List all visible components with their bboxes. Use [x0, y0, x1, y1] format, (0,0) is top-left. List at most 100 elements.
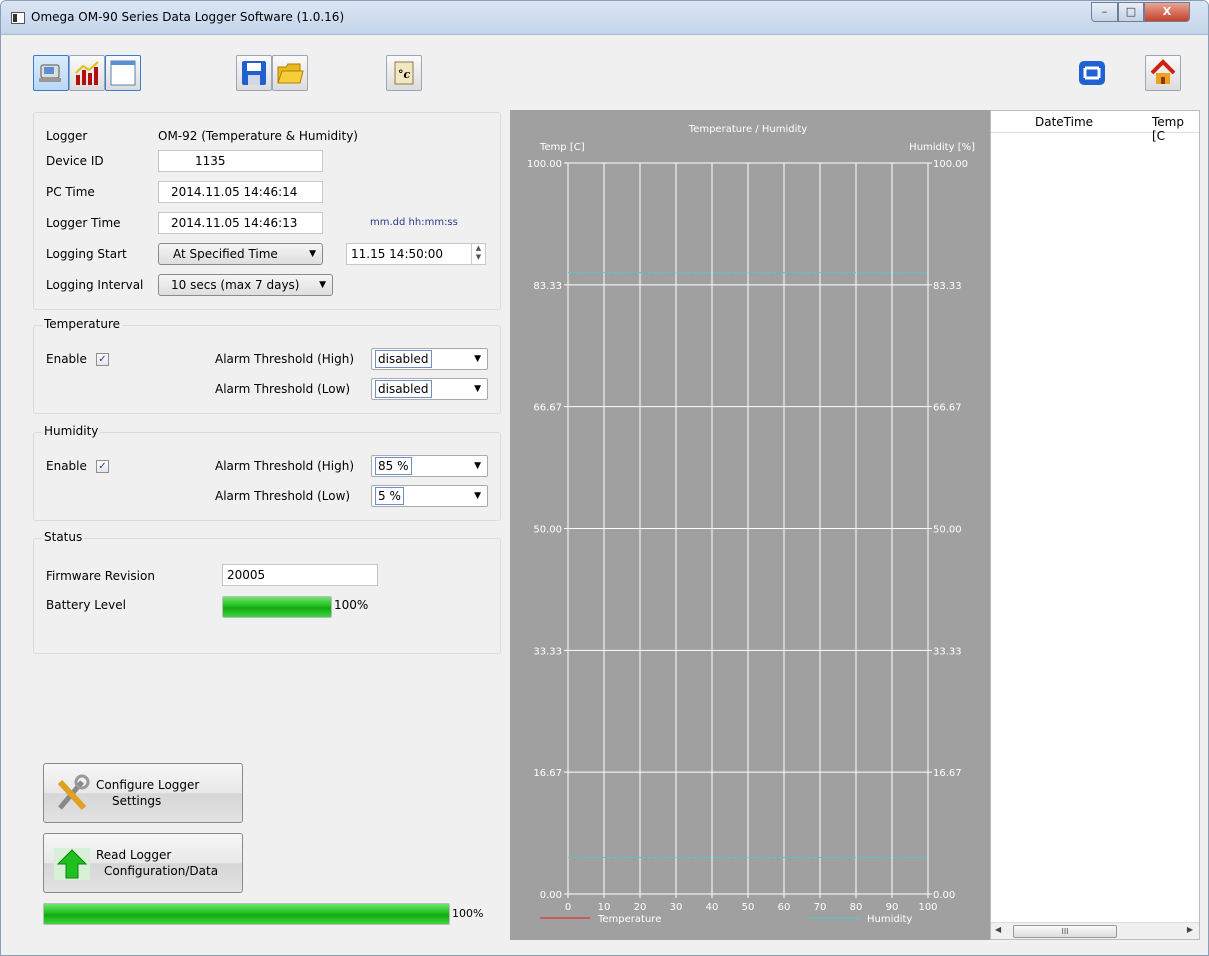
- x-tick-label: 0: [565, 902, 571, 913]
- hum-alarm-low-label: Alarm Threshold (Low): [215, 489, 351, 503]
- device-icon: [39, 64, 61, 82]
- horizontal-scrollbar[interactable]: ◀ III ▶: [991, 922, 1199, 939]
- logger-label: Logger: [46, 129, 88, 143]
- close-button[interactable]: X: [1144, 2, 1190, 22]
- configure-logger-button[interactable]: Configure Logger Settings: [43, 763, 243, 823]
- chart-view-button[interactable]: [69, 55, 105, 91]
- y-tick-label-right: 83.33: [933, 281, 962, 292]
- hum-alarm-high-label: Alarm Threshold (High): [215, 459, 355, 473]
- read-progress-percent: 100%: [452, 907, 484, 920]
- scroll-thumb[interactable]: III: [1013, 925, 1117, 938]
- home-button[interactable]: [1145, 55, 1181, 91]
- table-view-button[interactable]: [105, 55, 141, 91]
- temperature-group: Temperature Enable ✓ Alarm Threshold (Hi…: [33, 317, 501, 414]
- y-tick-label-right: 66.67: [933, 403, 962, 414]
- open-button[interactable]: [272, 55, 308, 91]
- hum-alarm-low-select[interactable]: 5 % ▼: [371, 485, 488, 507]
- logging-interval-select[interactable]: 10 secs (max 7 days) ▼: [158, 274, 333, 296]
- logger-panel: Logger OM-92 (Temperature & Humidity) De…: [33, 112, 501, 310]
- temperature-group-title: Temperature: [42, 317, 123, 331]
- temp-alarm-low-value: disabled: [375, 380, 432, 398]
- read-button-line1: Read Logger: [96, 848, 172, 862]
- status-group-title: Status: [42, 530, 85, 544]
- chevron-down-icon: ▼: [474, 384, 481, 394]
- logger-time-label: Logger Time: [46, 216, 121, 230]
- minimize-button[interactable]: –: [1091, 2, 1118, 22]
- open-folder-icon: [277, 63, 304, 84]
- y-tick-label-left: 100.00: [527, 159, 562, 170]
- spinner-arrows-icon[interactable]: ▲ ▼: [471, 244, 485, 264]
- humidity-enable-checkbox[interactable]: ✓: [96, 460, 109, 473]
- y-axis-left-label: Temp [C]: [539, 142, 585, 153]
- x-tick-label: 100: [918, 902, 937, 913]
- data-table[interactable]: DateTime Temp [C ◀ III ▶: [990, 110, 1200, 940]
- temperature-enable-checkbox[interactable]: ✓: [96, 353, 109, 366]
- table-header: DateTime Temp [C: [991, 111, 1199, 143]
- chevron-down-icon: ▼: [474, 354, 481, 364]
- table-icon: [110, 60, 136, 86]
- app-icon: [11, 12, 25, 24]
- home-icon: [1150, 59, 1176, 84]
- logging-start-value: At Specified Time: [173, 247, 278, 261]
- y-tick-label-left: 33.33: [533, 646, 562, 657]
- x-tick-label: 20: [634, 902, 647, 913]
- battery-level-fill: [223, 597, 331, 617]
- configure-button-line1: Configure Logger: [96, 778, 200, 792]
- unit-button[interactable]: °c: [386, 55, 422, 91]
- x-tick-label: 40: [706, 902, 719, 913]
- client-area: °c Logger OM-92 (Temperature & Humidity)…: [9, 37, 1201, 949]
- battery-percent: 100%: [334, 598, 369, 612]
- chart-title: Temperature / Humidity: [688, 124, 807, 135]
- read-progress-fill: [44, 904, 449, 924]
- x-tick-label: 70: [814, 902, 827, 913]
- temp-alarm-high-value: disabled: [375, 350, 432, 368]
- temp-alarm-high-label: Alarm Threshold (High): [215, 352, 355, 366]
- logging-start-time-spinner[interactable]: 11.15 14:50:00 ▲ ▼: [346, 243, 486, 265]
- read-button-line2: Configuration/Data: [104, 864, 219, 878]
- chevron-down-icon: ▼: [309, 249, 316, 259]
- logging-start-time: 11.15 14:50:00: [351, 247, 444, 261]
- scroll-right-icon[interactable]: ▶: [1187, 925, 1193, 934]
- logging-interval-label: Logging Interval: [46, 278, 144, 292]
- x-tick-label: 30: [670, 902, 683, 913]
- tools-icon: [57, 774, 90, 811]
- temperature-humidity-chart: Temperature / Humidity Temp [C] Humidity […: [510, 110, 990, 940]
- read-logger-button[interactable]: Read Logger Configuration/Data: [43, 833, 243, 893]
- save-button[interactable]: [236, 55, 272, 91]
- battery-level-bar: [222, 596, 332, 618]
- battery-label: Battery Level: [46, 598, 126, 612]
- device-view-button[interactable]: [33, 55, 69, 91]
- firmware-field: 20005: [222, 564, 378, 586]
- y-tick-label-left: 16.67: [533, 768, 562, 779]
- refresh-icon: [1079, 61, 1105, 85]
- y-tick-label-left: 83.33: [533, 281, 562, 292]
- column-header-temp[interactable]: Temp [C: [1152, 115, 1199, 143]
- read-progress-bar: [43, 903, 450, 925]
- column-header-datetime[interactable]: DateTime: [1035, 115, 1093, 129]
- pc-time-field: 2014.11.05 14:46:14: [158, 181, 323, 203]
- temp-alarm-low-label: Alarm Threshold (Low): [215, 382, 351, 396]
- device-id-field[interactable]: 1135: [158, 150, 323, 172]
- legend-humidity-label: Humidity: [867, 914, 912, 925]
- maximize-button[interactable]: □: [1118, 2, 1144, 22]
- x-tick-label: 80: [850, 902, 863, 913]
- firmware-label: Firmware Revision: [46, 569, 155, 583]
- svg-text:°c: °c: [398, 68, 411, 81]
- scroll-left-icon[interactable]: ◀: [995, 925, 1001, 934]
- hum-alarm-high-select[interactable]: 85 % ▼: [371, 455, 488, 477]
- chevron-down-icon: ▼: [474, 491, 481, 501]
- temp-alarm-high-select[interactable]: disabled ▼: [371, 348, 488, 370]
- refresh-button[interactable]: [1074, 55, 1110, 91]
- humidity-group: Humidity Enable ✓ Alarm Threshold (High)…: [33, 424, 501, 521]
- legend-temperature-label: Temperature: [597, 914, 661, 925]
- time-format-hint: mm.dd hh:mm:ss: [370, 217, 458, 228]
- logging-start-select[interactable]: At Specified Time ▼: [158, 243, 323, 265]
- x-tick-label: 90: [886, 902, 899, 913]
- configure-button-line2: Settings: [112, 794, 162, 808]
- y-tick-label-right: 100.00: [933, 159, 968, 170]
- y-axis-right-label: Humidity [%]: [909, 142, 975, 153]
- y-tick-label-right: 0.00: [933, 890, 955, 901]
- temp-alarm-low-select[interactable]: disabled ▼: [371, 378, 488, 400]
- chart-icon: [75, 61, 99, 85]
- celsius-icon: °c: [394, 61, 414, 85]
